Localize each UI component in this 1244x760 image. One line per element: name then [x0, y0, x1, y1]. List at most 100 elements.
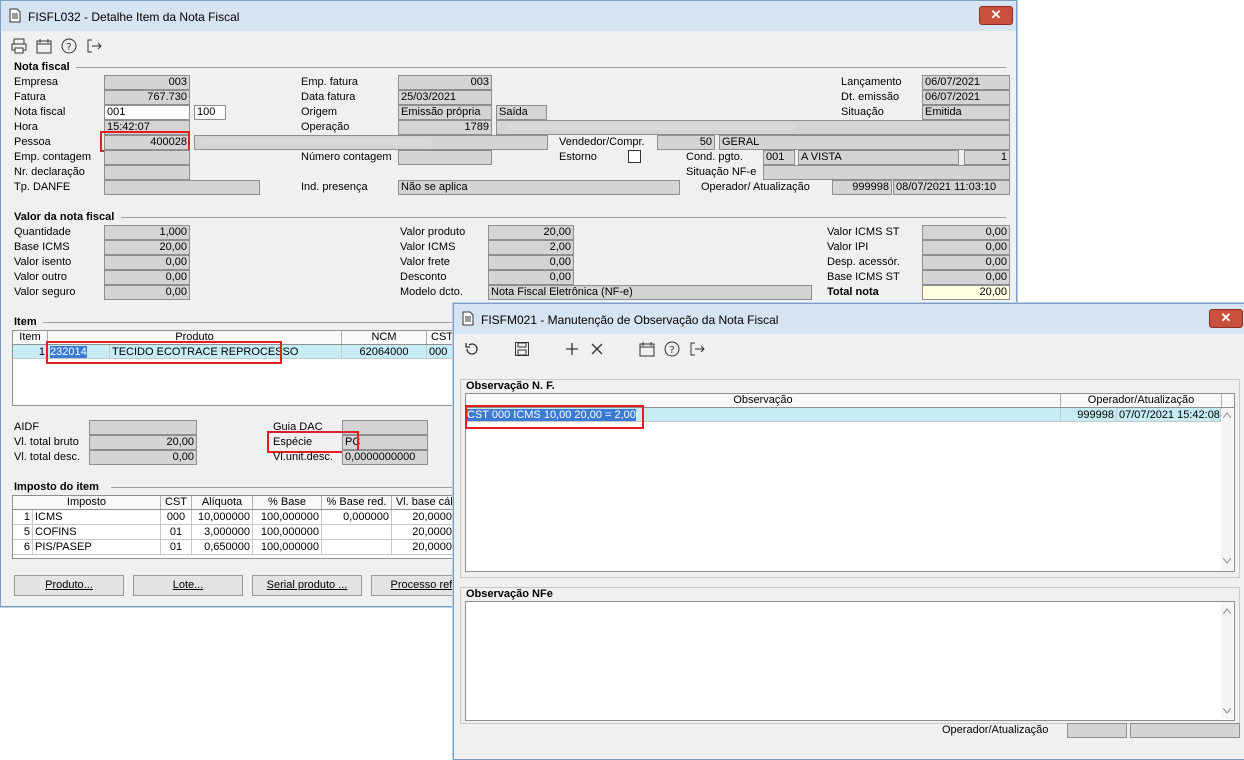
table-row[interactable]: 1 ICMS 000 10,000000 100,000000 0,000000 20,00…: [13, 510, 455, 525]
numero-contagem-label: Número contagem: [301, 151, 392, 163]
operador-field: 999998: [832, 180, 892, 195]
obs-close-button[interactable]: ✕: [1209, 309, 1243, 328]
col-base-red[interactable]: % Base red.: [322, 496, 392, 509]
item-section-title: Item: [14, 316, 37, 328]
scroll-up-icon[interactable]: [1223, 412, 1231, 418]
situacao-field: Emitida: [922, 105, 1010, 120]
cell-cst: 000: [161, 510, 192, 525]
obs-operador-data-field: [1130, 723, 1240, 738]
cell-n: 5: [13, 525, 33, 540]
table-row[interactable]: 5 COFINS 01 3,000000 100,000000 20,0000: [13, 525, 455, 540]
valor-seguro-label: Valor seguro: [14, 286, 76, 298]
cell-nome: COFINS: [33, 525, 161, 540]
cell-red: [322, 525, 392, 540]
section-divider: [76, 67, 1006, 68]
obs-titlebar: FISFM021 - Manutenção de Observação da N…: [454, 304, 1244, 334]
valor-frete-label: Valor frete: [400, 256, 450, 268]
cell-base: 100,000000: [253, 540, 322, 555]
section-divider: [121, 217, 1006, 218]
valor-ipi-label: Valor IPI: [827, 241, 869, 253]
pessoa-label: Pessoa: [14, 136, 51, 148]
produto-button[interactable]: Produto...: [14, 575, 124, 596]
cell-nome: ICMS: [33, 510, 161, 525]
cell-operador-data: 07/07/2021 15:42:08: [1117, 408, 1221, 422]
cell-vl: 20,0000: [392, 525, 455, 540]
cond-pgto-field: A VISTA: [798, 150, 959, 165]
empresa-field: 003: [104, 75, 190, 90]
add-icon[interactable]: [564, 341, 580, 357]
col-cst[interactable]: CST: [427, 331, 455, 344]
situacao-label: Situação: [841, 106, 884, 118]
emp-fatura-field: 003: [398, 75, 492, 90]
lote-button[interactable]: Lote...: [133, 575, 243, 596]
lancamento-field: 06/07/2021: [922, 75, 1010, 90]
cell-red: [322, 540, 392, 555]
cell-nome: PIS/PASEP: [33, 540, 161, 555]
document-icon: [9, 8, 21, 23]
dt-emissao-field: 06/07/2021: [922, 90, 1010, 105]
redacted-text: [506, 124, 796, 130]
nr-declaracao-field: [104, 165, 190, 180]
col-item[interactable]: Item: [13, 331, 48, 344]
calendar-icon[interactable]: [639, 341, 655, 357]
cell-base: 100,000000: [253, 510, 322, 525]
col-cst[interactable]: CST: [161, 496, 192, 509]
emp-contagem-field: [104, 150, 190, 165]
main-titlebar: FISFL032 - Detalhe Item da Nota Fiscal ✕: [1, 1, 1016, 31]
scroll-down-icon[interactable]: [1223, 558, 1231, 564]
estorno-checkbox[interactable]: [628, 150, 641, 163]
delete-icon[interactable]: [589, 341, 605, 357]
dt-emissao-label: Dt. emissão: [841, 91, 900, 103]
main-close-button[interactable]: ✕: [979, 6, 1013, 25]
vl-desc-label: Vl. total desc.: [14, 451, 81, 463]
total-label: Total nota: [827, 286, 879, 298]
imposto-grid: Imposto CST Alíquota % Base % Base red. …: [12, 495, 456, 559]
serial-produto-button[interactable]: Serial produto ...: [252, 575, 362, 596]
vendedor-nome-field: GERAL: [719, 135, 1010, 150]
col-vl-base[interactable]: Vl. base cálc: [392, 496, 455, 509]
quantidade-label: Quantidade: [14, 226, 71, 238]
produto-highlight: [46, 341, 282, 364]
calendar-icon[interactable]: [36, 38, 52, 54]
col-ncm[interactable]: NCM: [342, 331, 427, 344]
cell-red: 0,000000: [322, 510, 392, 525]
operador-label: Operador/ Atualização: [701, 181, 810, 193]
col-aliquota[interactable]: Alíquota: [192, 496, 253, 509]
redacted-text: [201, 139, 431, 145]
exit-icon[interactable]: [86, 38, 102, 54]
quantidade-field: 1,000: [104, 225, 190, 240]
vl-bruto-field: 20,00: [89, 435, 197, 450]
nfe-scrollbar[interactable]: [1221, 602, 1233, 719]
col-imposto[interactable]: Imposto: [13, 496, 161, 509]
vl-unit-desc-field: 0,0000000000: [342, 450, 428, 465]
valor-produto-field: 20,00: [488, 225, 574, 240]
imposto-grid-header: Imposto CST Alíquota % Base % Base red. …: [13, 496, 455, 510]
valor-section-title: Valor da nota fiscal: [14, 211, 115, 223]
exit-icon[interactable]: [689, 341, 705, 357]
col-base[interactable]: % Base: [253, 496, 322, 509]
aidf-label: AIDF: [14, 421, 40, 433]
cell-cst: 01: [161, 525, 192, 540]
tp-danfe-field: [104, 180, 260, 195]
obs-nfe-textarea[interactable]: [465, 601, 1235, 721]
help-icon[interactable]: ?: [61, 38, 77, 54]
print-icon[interactable]: [11, 38, 27, 54]
operacao-label: Operação: [301, 121, 350, 133]
cond-pgto-n-field: 1: [964, 150, 1010, 165]
vl-bruto-label: Vl. total bruto: [14, 436, 79, 448]
section-divider: [111, 487, 453, 488]
scroll-up-icon[interactable]: [1223, 608, 1231, 614]
save-icon[interactable]: [514, 341, 530, 357]
obs-scrollbar[interactable]: [1221, 408, 1233, 570]
scroll-down-icon[interactable]: [1223, 708, 1231, 714]
help-icon[interactable]: ?: [664, 341, 680, 357]
nota-serie-field: 100: [194, 105, 226, 120]
table-row[interactable]: 6 PIS/PASEP 01 0,650000 100,000000 20,0000: [13, 540, 455, 555]
col-operador[interactable]: Operador/Atualização: [1061, 394, 1222, 407]
cell-aliq: 3,000000: [192, 525, 253, 540]
document-icon: [462, 311, 474, 326]
section-divider: [43, 322, 453, 323]
nr-declaracao-label: Nr. declaração: [14, 166, 85, 178]
refresh-icon[interactable]: [464, 341, 480, 357]
svg-text:?: ?: [66, 42, 71, 53]
